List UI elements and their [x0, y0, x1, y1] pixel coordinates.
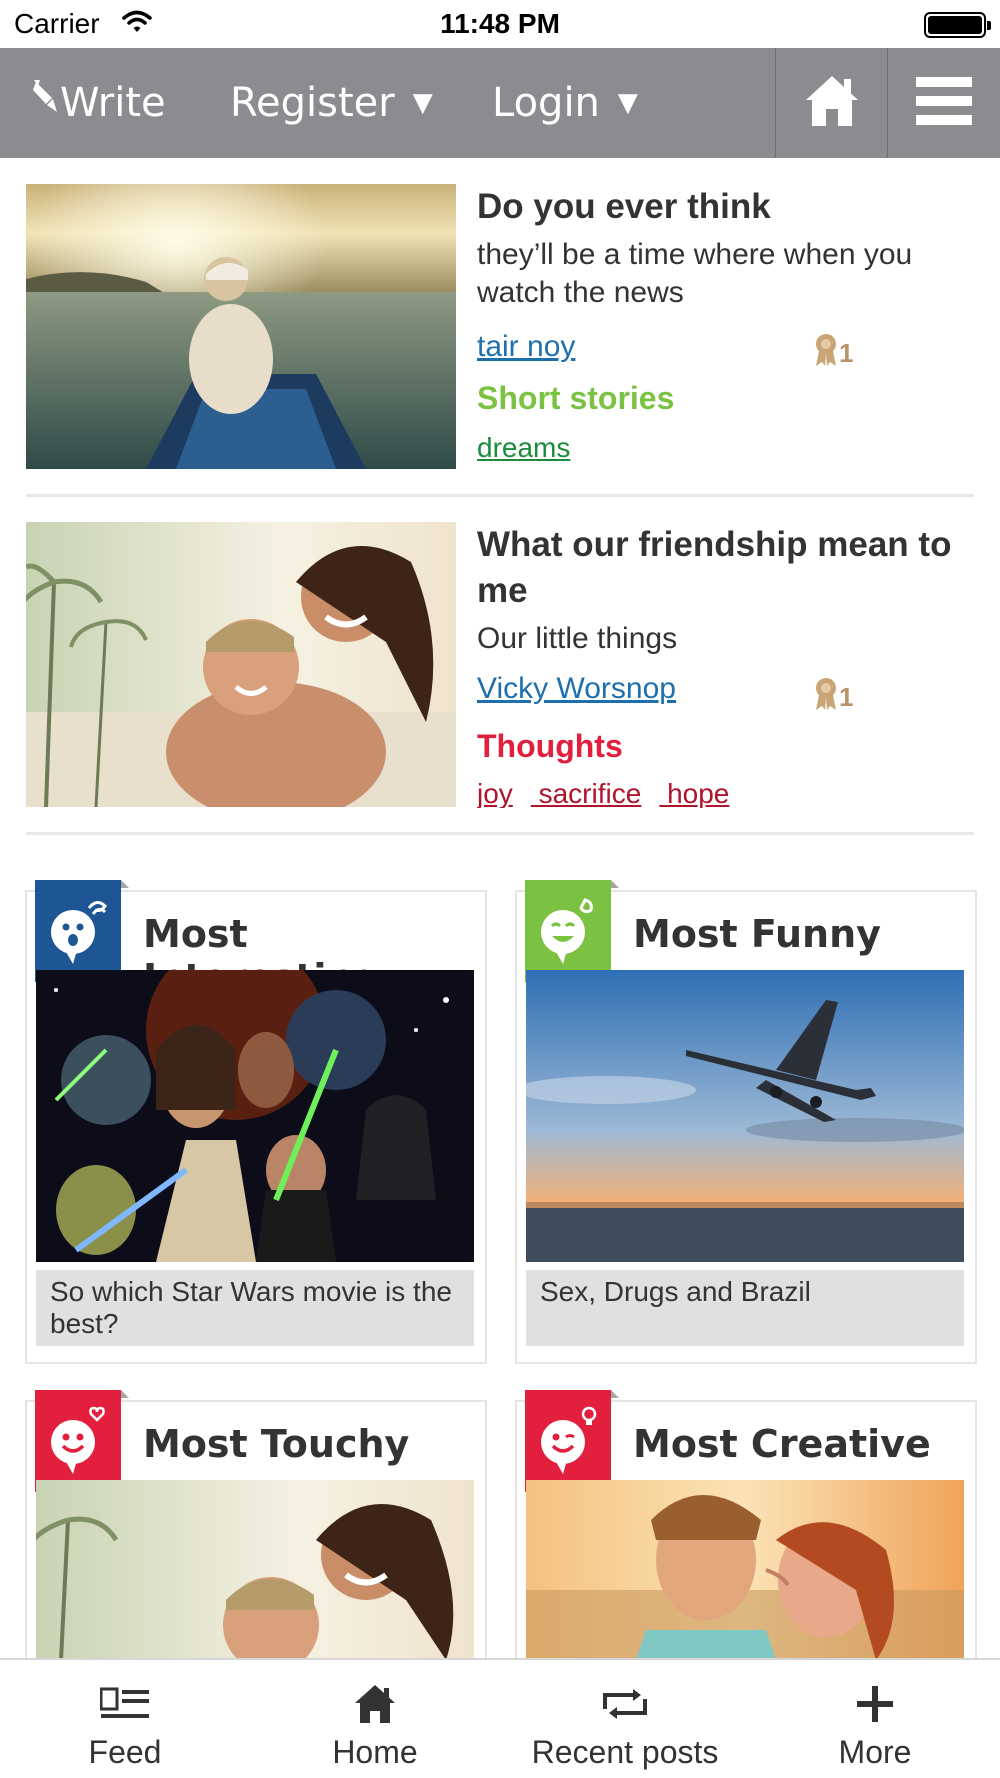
post-card[interactable]: Do you ever think they’ll be a time wher… [26, 184, 974, 474]
tab-label: Home [332, 1734, 418, 1770]
tag-list: dreams [477, 432, 588, 464]
tab-recent-posts[interactable]: Recent posts [500, 1660, 750, 1778]
bottom-tab-bar: Feed Home Recent posts More [0, 1658, 1000, 1778]
clock: 11:48 PM [440, 8, 560, 39]
ribbon-award-icon [813, 332, 839, 375]
ribbon-award-icon [813, 676, 839, 719]
login-dropdown[interactable]: Login ▼ [492, 48, 638, 158]
category-link[interactable]: Short stories [477, 380, 674, 417]
category-card-most-interesting[interactable]: Most Interesting So which Star Wars movi… [25, 880, 487, 1364]
register-dropdown[interactable]: Register ▼ [230, 48, 433, 158]
category-link[interactable]: Thoughts [477, 728, 623, 765]
award-count: 1 [813, 676, 853, 719]
plus-icon [855, 1682, 895, 1726]
category-card-most-creative[interactable]: Most Creative [515, 1390, 977, 1700]
battery-icon [924, 12, 991, 38]
award-count: 1 [813, 332, 853, 375]
home-button[interactable] [775, 48, 887, 158]
divider [26, 832, 974, 835]
funny-face-icon [525, 880, 619, 982]
post-card[interactable]: What our friendship mean to me Our littl… [26, 522, 974, 812]
tab-home[interactable]: Home [250, 1660, 500, 1778]
status-bar: Carrier 11:48 PM [0, 0, 1000, 48]
award-number: 1 [839, 338, 854, 368]
post-body: Do you ever think they’ll be a time wher… [477, 184, 977, 463]
card-caption[interactable]: Sex, Drugs and Brazil [526, 1270, 964, 1346]
interesting-face-icon [35, 880, 129, 982]
category-card-most-funny[interactable]: Most Funny Sex, Drugs and Brazil [515, 880, 977, 1364]
card-image[interactable] [36, 1480, 474, 1660]
home-icon [353, 1682, 397, 1726]
menu-button[interactable] [887, 48, 1000, 158]
feed-icon [100, 1682, 150, 1726]
tag-link[interactable]: hope [667, 778, 729, 808]
pen-icon [30, 78, 60, 128]
touchy-face-icon [35, 1390, 129, 1492]
card-image[interactable] [526, 1480, 964, 1660]
card-title: Most Creative [633, 1422, 931, 1466]
author-link[interactable]: tair noy [477, 330, 575, 364]
tab-label: Recent posts [531, 1734, 719, 1770]
top-nav: Write Register ▼ Login ▼ [0, 48, 1000, 158]
tab-more[interactable]: More [750, 1660, 1000, 1778]
home-icon [803, 73, 861, 134]
card-caption[interactable]: So which Star Wars movie is the best? [36, 1270, 474, 1346]
tab-label: More [838, 1734, 912, 1770]
write-label: Write [60, 80, 166, 126]
post-excerpt: Our little things [477, 622, 678, 655]
post-title[interactable]: What our friendship mean to me [477, 522, 977, 614]
write-button[interactable]: Write [30, 48, 166, 158]
tab-feed[interactable]: Feed [0, 1660, 250, 1778]
post-excerpt: they’ll be a time where when you watch t… [477, 238, 913, 309]
category-card-most-touchy[interactable]: Most Touchy [25, 1390, 487, 1700]
tag-link[interactable]: dreams [477, 432, 570, 463]
tag-link[interactable]: sacrifice [539, 778, 642, 808]
post-body: What our friendship mean to me Our littl… [477, 522, 977, 808]
login-label: Login [492, 80, 600, 126]
divider [26, 494, 974, 497]
caret-down-icon: ▼ [617, 88, 638, 118]
register-label: Register [230, 80, 395, 126]
post-title[interactable]: Do you ever think [477, 184, 977, 230]
hamburger-icon [916, 75, 972, 132]
author-link[interactable]: Vicky Worsnop [477, 672, 676, 706]
creative-face-icon [525, 1390, 619, 1492]
tag-link[interactable]: joy [477, 778, 513, 808]
card-title: Most Touchy [143, 1422, 410, 1466]
post-image[interactable] [26, 522, 456, 807]
tag-list: joy sacrifice hope [477, 778, 747, 808]
award-number: 1 [839, 682, 854, 712]
tab-label: Feed [88, 1734, 162, 1770]
post-image[interactable] [26, 184, 456, 469]
card-image[interactable] [526, 970, 964, 1262]
card-title: Most Funny [633, 912, 881, 956]
card-image[interactable] [36, 970, 474, 1262]
repost-icon [599, 1682, 651, 1726]
caret-down-icon: ▼ [412, 88, 433, 118]
